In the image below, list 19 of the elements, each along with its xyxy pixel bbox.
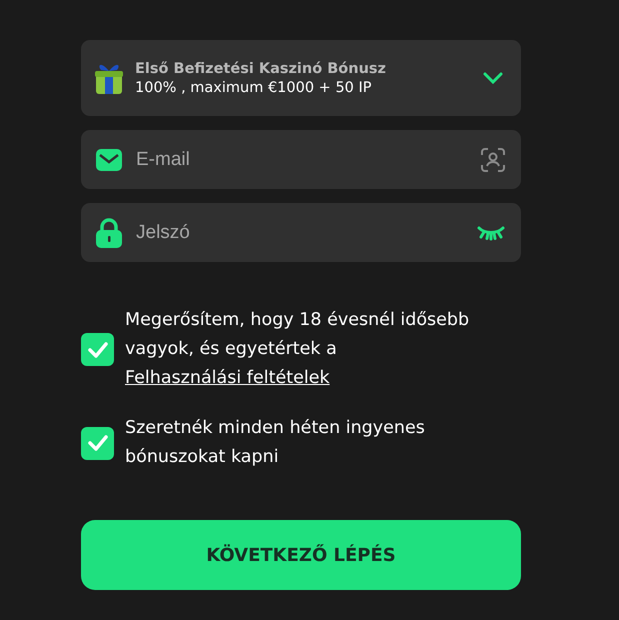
checkmark-icon (88, 342, 108, 358)
password-input[interactable]: Jelszó (130, 212, 463, 252)
checkmark-icon (88, 435, 108, 451)
email-field[interactable]: E-mail (81, 130, 521, 189)
password-field[interactable]: Jelszó (81, 203, 521, 262)
next-step-button[interactable]: KÖVETKEZŐ LÉPÉS (81, 520, 521, 590)
bonus-title: Első Befizetési Kaszinó Bónusz (135, 60, 387, 76)
lock-icon (96, 218, 122, 248)
checkbox[interactable] (81, 426, 114, 460)
terms-link[interactable]: Felhasználási feltételek (125, 368, 330, 388)
closed-eye-icon[interactable] (477, 224, 505, 240)
consent-text: Szeretnék minden héten ingyenes bónuszokat kapni (125, 417, 426, 469)
chevron-icon[interactable] (483, 72, 503, 84)
envelope-icon (96, 148, 122, 170)
email-input[interactable]: E-mail (130, 140, 467, 180)
face-scan-icon[interactable] (481, 148, 505, 172)
checkbox[interactable] (81, 333, 114, 366)
bonus-description: 100% , maximum €1000 + 50 IP (135, 80, 373, 96)
consent-text: Megerősítem, hogy 18 évesnél idősebb vagyok, és egyetértek a Felhasználási feltételek (125, 309, 470, 390)
